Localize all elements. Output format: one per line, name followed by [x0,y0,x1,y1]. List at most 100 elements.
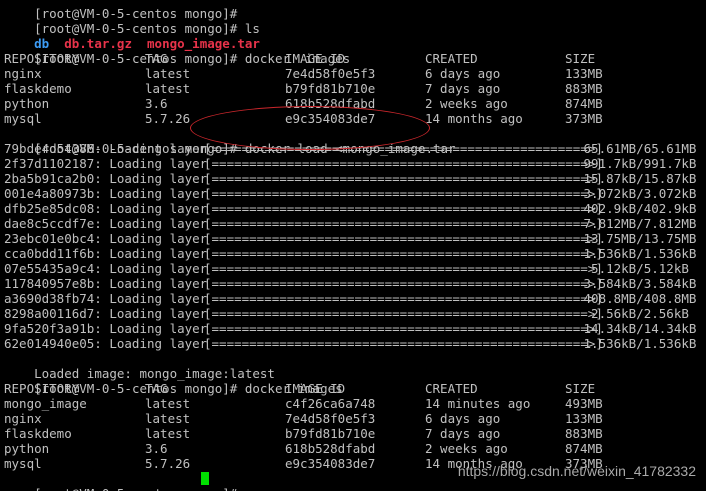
image-id: e9c354083de7 [285,456,376,471]
image-tag: latest [145,81,191,96]
image-tag: 3.6 [145,96,168,111]
layer-id: 62e014940e05: Loading layer [4,336,208,351]
image-created: 2 weeks ago [425,441,508,456]
progress-bar: [=======================================… [204,336,603,351]
layer-id: cca0bdd11f6b: Loading layer [4,246,208,261]
image-row: python 3.6 618b528dfabd 2 weeks ago 874M… [4,96,603,111]
annotation-ellipse [190,106,430,150]
current-prompt-line[interactable]: [root@VM-0-5-centos mongo]# [4,471,304,491]
progress-bar: [=======================================… [204,306,603,321]
image-row: mysql 5.7.26 e9c354083de7 14 months ago … [4,111,603,126]
layer-size: 7.812MB/7.812MB [576,216,697,231]
image-repository: python [4,96,50,111]
image-created: 6 days ago [425,66,501,81]
image-tag: latest [145,66,191,81]
layer-row: 9fa520f3a91b: Loading layer [===========… [4,321,704,336]
layer-id: a3690d38fb74: Loading layer [4,291,208,306]
image-size: 133MB [565,66,603,81]
layer-id: 117840957e8b: Loading layer [4,276,208,291]
progress-bar: [=======================================… [204,291,603,306]
layer-row: 2f37d1102187: Loading layer [===========… [4,156,704,171]
header-size: SIZE [565,51,596,66]
image-tag: 3.6 [145,441,168,456]
layer-id: 07e55435a9c4: Loading layer [4,261,208,276]
progress-bar: [=======================================… [204,156,603,171]
image-row: python 3.6 618b528dfabd 2 weeks ago 874M… [4,441,603,456]
command-line-docker-images: [root@VM-0-5-centos mongo]# docker image… [4,36,350,66]
layer-size: 14.34kB/14.34kB [576,321,697,336]
layer-id: 2ba5b91ca2b0: Loading layer [4,171,208,186]
layer-size: 65.61MB/65.61MB [576,141,697,156]
header-created: CREATED [425,381,478,396]
progress-bar: [=======================================… [204,171,603,186]
image-repository: python [4,441,50,456]
command-line-ls: [root@VM-0-5-centos mongo]# ls [4,6,260,36]
images-header-row: REPOSITORY TAG IMAGE ID CREATED SIZE [4,51,595,66]
ls-output: db db.tar.gz mongo_image.tar [4,21,260,51]
loaded-message: Loaded image: mongo_image:latest [4,351,275,381]
image-size: 373MB [565,111,603,126]
header-tag: TAG [145,381,168,396]
layer-row: 07e55435a9c4: Loading layer [===========… [4,261,704,276]
image-created: 7 days ago [425,81,501,96]
image-row: nginx latest 7e4d58f0e5f3 6 days ago 133… [4,66,603,81]
header-image-id: IMAGE ID [285,381,346,396]
header-tag: TAG [145,51,168,66]
layer-id: 79bde4d54386: Loading layer [4,141,208,156]
layer-row: a3690d38fb74: Loading layer [===========… [4,291,704,306]
layer-row: 8298a00116d7: Loading layer [===========… [4,306,704,321]
progress-bar: [=======================================… [204,261,603,276]
layer-row: 001e4a80973b: Loading layer [===========… [4,186,704,201]
layer-size: 5.12kB/5.12kB [576,261,689,276]
layer-row: 117840957e8b: Loading layer [===========… [4,276,704,291]
image-row: nginx latest 7e4d58f0e5f3 6 days ago 133… [4,411,603,426]
layer-size: 3.584kB/3.584kB [576,276,697,291]
layer-size: 3.072kB/3.072kB [576,186,697,201]
image-created: 2 weeks ago [425,96,508,111]
image-id: 618b528dfabd [285,441,376,456]
layer-size: 1.536kB/1.536kB [576,246,697,261]
layer-size: 15.87kB/15.87kB [576,171,697,186]
layer-id: 001e4a80973b: Loading layer [4,186,208,201]
image-row: flaskdemo latest b79fd81b710e 7 days ago… [4,426,603,441]
image-created: 14 months ago [425,111,523,126]
progress-bar: [=======================================… [204,201,603,216]
image-row: flaskdemo latest b79fd81b710e 7 days ago… [4,81,603,96]
layer-size: 408.8MB/408.8MB [576,291,697,306]
image-id: 7e4d58f0e5f3 [285,66,376,81]
image-tag: 5.7.26 [145,111,191,126]
image-repository: flaskdemo [4,81,72,96]
image-size: 874MB [565,441,603,456]
image-row: mongo_image latest c4f26ca6a748 14 minut… [4,396,603,411]
progress-bar: [=======================================… [204,246,603,261]
image-tag: latest [145,426,191,441]
cursor[interactable] [201,472,209,485]
image-tag: latest [145,411,191,426]
image-size: 133MB [565,411,603,426]
image-size: 874MB [565,96,603,111]
layer-row: dae8c5ccdf7e: Loading layer [===========… [4,216,704,231]
image-row: mysql 5.7.26 e9c354083de7 14 months ago … [4,456,603,471]
header-repository: REPOSITORY [4,51,80,66]
layer-id: 2f37d1102187: Loading layer [4,156,208,171]
progress-bar: [=======================================… [204,231,603,246]
layer-row: dfb25e85dc08: Loading layer [===========… [4,201,704,216]
header-repository: REPOSITORY [4,381,80,396]
progress-bar: [=======================================… [204,216,603,231]
layer-id: 23ebc01e0bc4: Loading layer [4,231,208,246]
image-repository: nginx [4,411,42,426]
terminal-window[interactable]: [root@VM-0-5-centos mongo]# [root@VM-0-5… [0,0,706,491]
layer-size: 991.7kB/991.7kB [576,156,697,171]
image-id: b79fd81b710e [285,81,376,96]
image-size: 883MB [565,426,603,441]
images-header-row: REPOSITORY TAG IMAGE ID CREATED SIZE [4,381,595,396]
image-repository: nginx [4,66,42,81]
layer-id: dae8c5ccdf7e: Loading layer [4,216,208,231]
layer-row: cca0bdd11f6b: Loading layer [===========… [4,246,704,261]
command-line-docker-images: [root@VM-0-5-centos mongo]# docker image… [4,366,343,396]
progress-bar: [=======================================… [204,186,603,201]
layer-id: 8298a00116d7: Loading layer [4,306,208,321]
layer-size: 13.75MB/13.75MB [576,231,697,246]
layer-id: 9fa520f3a91b: Loading layer [4,321,208,336]
layer-size: 402.9kB/402.9kB [576,201,697,216]
